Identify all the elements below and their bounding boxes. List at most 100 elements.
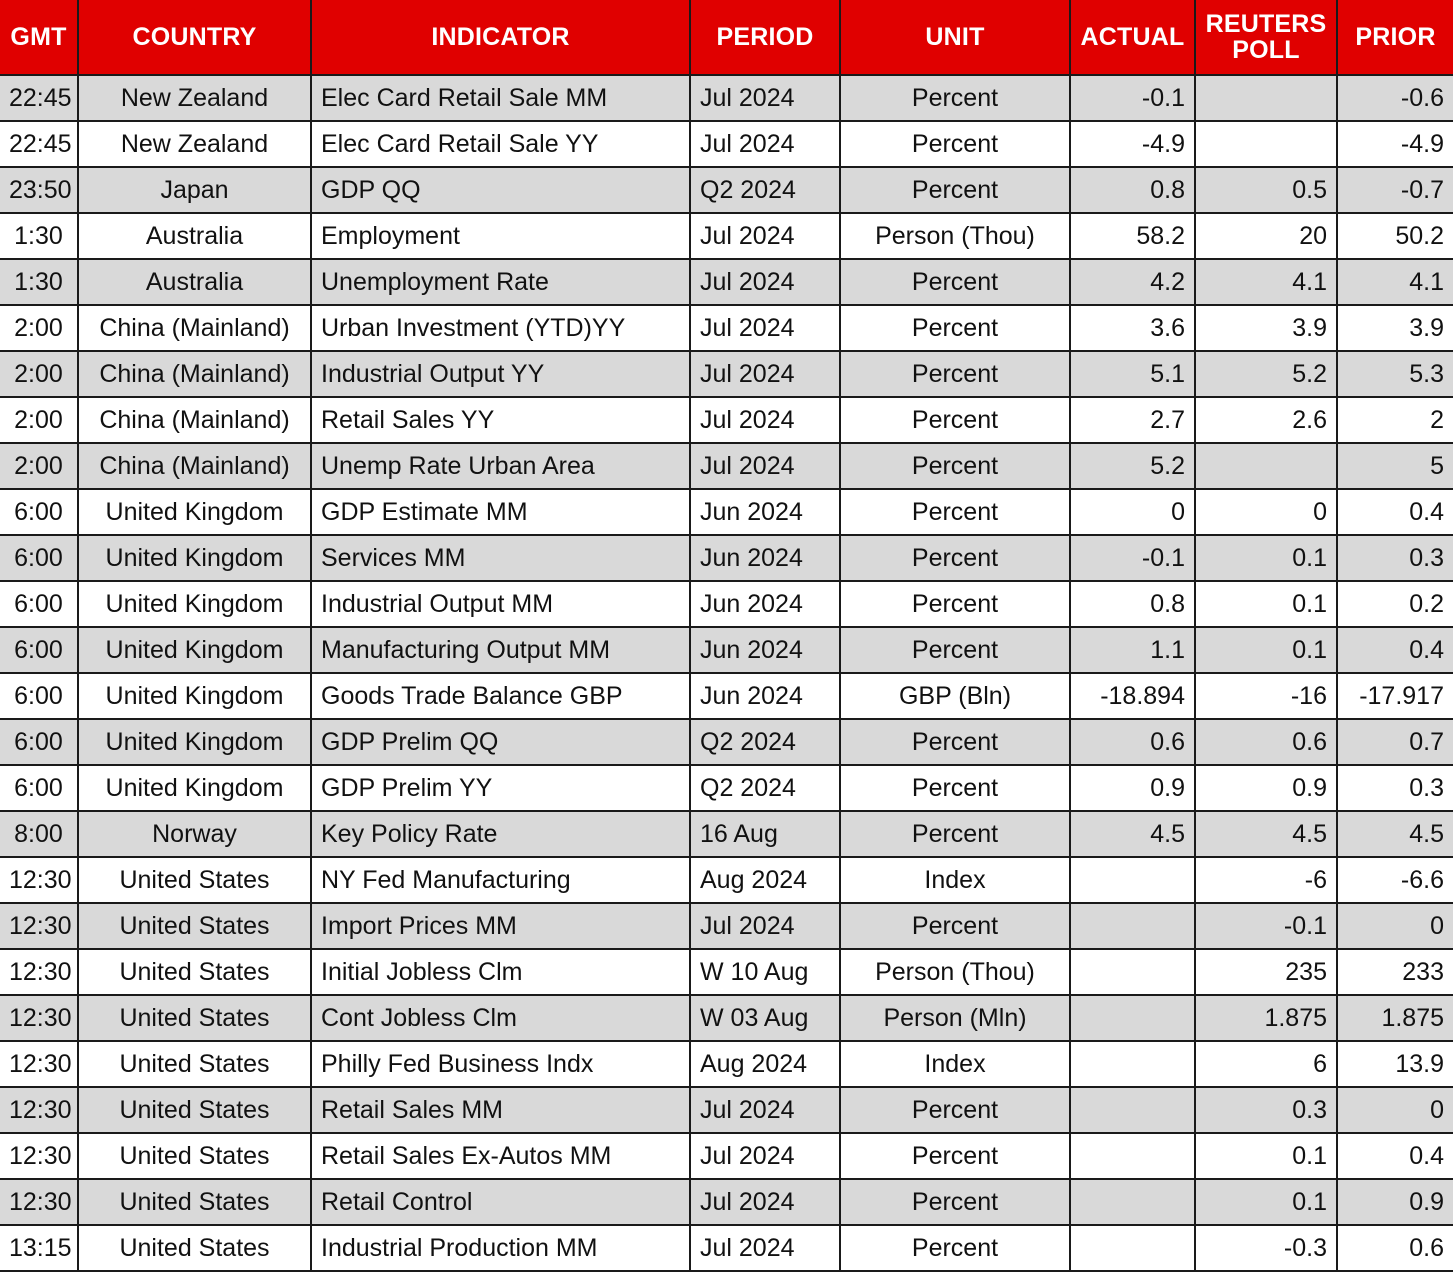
cell-indicator: Retail Sales MM (311, 1087, 691, 1134)
table-row[interactable]: 6:00 United Kingdom Services MM Jun 2024 Per… (0, 535, 1453, 582)
table-row[interactable]: 6:00 United Kingdom Goods Trade Balance GB… (0, 673, 1453, 720)
cell-gmt: 2:00 (0, 443, 79, 490)
cell-country: United States (78, 903, 312, 950)
cell-prior: 0 (1337, 1087, 1453, 1134)
column-header-actual[interactable]: ACTUAL (1070, 0, 1196, 76)
cell-period: Jul 2024 (690, 397, 841, 444)
cell-prior: 0.7 (1337, 719, 1453, 766)
cell-country: China (Mainland) (78, 305, 312, 352)
cell-actual (1070, 1225, 1196, 1272)
cell-unit: Index (840, 857, 1071, 904)
cell-period: 16 Aug (690, 811, 841, 858)
cell-gmt: 12:30 (0, 1087, 79, 1134)
cell-unit: Percent (840, 305, 1071, 352)
table-row[interactable]: 6:00 United Kingdom Manufacturing Output M… (0, 627, 1453, 674)
cell-unit: Percent (840, 1179, 1071, 1226)
column-header-poll[interactable]: REUTERS POLL (1195, 0, 1338, 76)
cell-gmt: 12:30 (0, 1041, 79, 1088)
cell-poll: 0.1 (1195, 1133, 1338, 1180)
cell-period: Jul 2024 (690, 1225, 841, 1272)
table-row[interactable]: 1:30 Australia Employment Jul 2024 Person (T… (0, 213, 1453, 260)
cell-unit: Percent (840, 719, 1071, 766)
cell-poll: 0.1 (1195, 535, 1338, 582)
table-row[interactable]: 12:30 United States Retail Sales Ex-Autos … (0, 1133, 1453, 1180)
table-body: 22:45 New Zealand Elec Card Retail Sale MM… (0, 75, 1453, 1272)
column-header-unit[interactable]: UNIT (840, 0, 1071, 76)
cell-actual (1070, 903, 1196, 950)
cell-actual: -18.894 (1070, 673, 1196, 720)
cell-indicator: Services MM (311, 535, 691, 582)
cell-country: Australia (78, 259, 312, 306)
cell-unit: Percent (840, 627, 1071, 674)
column-header-indicator[interactable]: INDICATOR (311, 0, 691, 76)
table-row[interactable]: 13:15 United States Industrial Production … (0, 1225, 1453, 1272)
cell-period: Jul 2024 (690, 1179, 841, 1226)
column-header-period[interactable]: PERIOD (690, 0, 841, 76)
cell-unit: Percent (840, 75, 1071, 122)
cell-poll: -16 (1195, 673, 1338, 720)
table-row[interactable]: 2:00 China (Mainland) Unemp Rate Urban Are… (0, 443, 1453, 490)
column-header-gmt[interactable]: GMT (0, 0, 79, 76)
cell-unit: Percent (840, 1133, 1071, 1180)
cell-indicator: Industrial Output YY (311, 351, 691, 398)
cell-period: Jul 2024 (690, 903, 841, 950)
cell-prior: -0.7 (1337, 167, 1453, 214)
cell-indicator: Elec Card Retail Sale YY (311, 121, 691, 168)
cell-prior: -17.917 (1337, 673, 1453, 720)
cell-period: Aug 2024 (690, 857, 841, 904)
cell-period: Jul 2024 (690, 121, 841, 168)
cell-indicator: Philly Fed Business Indx (311, 1041, 691, 1088)
cell-country: United States (78, 1041, 312, 1088)
table-row[interactable]: 22:45 New Zealand Elec Card Retail Sale YY… (0, 121, 1453, 168)
cell-gmt: 12:30 (0, 1179, 79, 1226)
cell-indicator: Employment (311, 213, 691, 260)
table-row[interactable]: 12:30 United States Initial Jobless Clm W 1… (0, 949, 1453, 996)
cell-actual: 2.7 (1070, 397, 1196, 444)
cell-gmt: 6:00 (0, 673, 79, 720)
table-row[interactable]: 8:00 Norway Key Policy Rate 16 Aug Percent 4.… (0, 811, 1453, 858)
column-header-country[interactable]: COUNTRY (78, 0, 312, 76)
table-row[interactable]: 12:30 United States Philly Fed Business In… (0, 1041, 1453, 1088)
cell-actual: 3.6 (1070, 305, 1196, 352)
cell-actual: 4.2 (1070, 259, 1196, 306)
cell-actual (1070, 1179, 1196, 1226)
cell-country: United States (78, 1133, 312, 1180)
cell-gmt: 2:00 (0, 305, 79, 352)
cell-gmt: 6:00 (0, 719, 79, 766)
cell-unit: Person (Thou) (840, 213, 1071, 260)
table-row[interactable]: 12:30 United States Import Prices MM Jul 20… (0, 903, 1453, 950)
table-row[interactable]: 23:50 Japan GDP QQ Q2 2024 Percent 0.8 0.5 -0.7 (0, 167, 1453, 214)
cell-period: Jun 2024 (690, 535, 841, 582)
table-row[interactable]: 12:30 United States Retail Control Jul 2024… (0, 1179, 1453, 1226)
cell-indicator: Goods Trade Balance GBP (311, 673, 691, 720)
column-header-prior[interactable]: PRIOR (1337, 0, 1453, 76)
cell-actual (1070, 1041, 1196, 1088)
table-row[interactable]: 6:00 United Kingdom GDP Prelim QQ Q2 2024 Pe… (0, 719, 1453, 766)
table-row[interactable]: 2:00 China (Mainland) Industrial Output YY… (0, 351, 1453, 398)
cell-poll: -0.1 (1195, 903, 1338, 950)
cell-prior: 50.2 (1337, 213, 1453, 260)
cell-unit: Percent (840, 811, 1071, 858)
cell-unit: Person (Thou) (840, 949, 1071, 996)
cell-prior: 3.9 (1337, 305, 1453, 352)
table-row[interactable]: 2:00 China (Mainland) Urban Investment (YT… (0, 305, 1453, 352)
cell-gmt: 6:00 (0, 627, 79, 674)
table-row[interactable]: 12:30 United States NY Fed Manufacturing Au… (0, 857, 1453, 904)
table-row[interactable]: 12:30 United States Cont Jobless Clm W 03 A… (0, 995, 1453, 1042)
cell-prior: 0.3 (1337, 765, 1453, 812)
table-row[interactable]: 12:30 United States Retail Sales MM Jul 202… (0, 1087, 1453, 1134)
table-row[interactable]: 22:45 New Zealand Elec Card Retail Sale MM… (0, 75, 1453, 122)
cell-prior: 0.3 (1337, 535, 1453, 582)
table-row[interactable]: 1:30 Australia Unemployment Rate Jul 2024 Pe… (0, 259, 1453, 306)
cell-actual (1070, 995, 1196, 1042)
cell-poll (1195, 121, 1338, 168)
cell-poll: 0.1 (1195, 1179, 1338, 1226)
table-row[interactable]: 6:00 United Kingdom GDP Estimate MM Jun 202… (0, 489, 1453, 536)
table-row[interactable]: 2:00 China (Mainland) Retail Sales YY Jul 2… (0, 397, 1453, 444)
cell-poll: 4.5 (1195, 811, 1338, 858)
cell-indicator: GDP Estimate MM (311, 489, 691, 536)
table-row[interactable]: 6:00 United Kingdom Industrial Output MM Ju… (0, 581, 1453, 628)
cell-country: United Kingdom (78, 673, 312, 720)
table-row[interactable]: 6:00 United Kingdom GDP Prelim YY Q2 2024 Pe… (0, 765, 1453, 812)
cell-country: United Kingdom (78, 765, 312, 812)
